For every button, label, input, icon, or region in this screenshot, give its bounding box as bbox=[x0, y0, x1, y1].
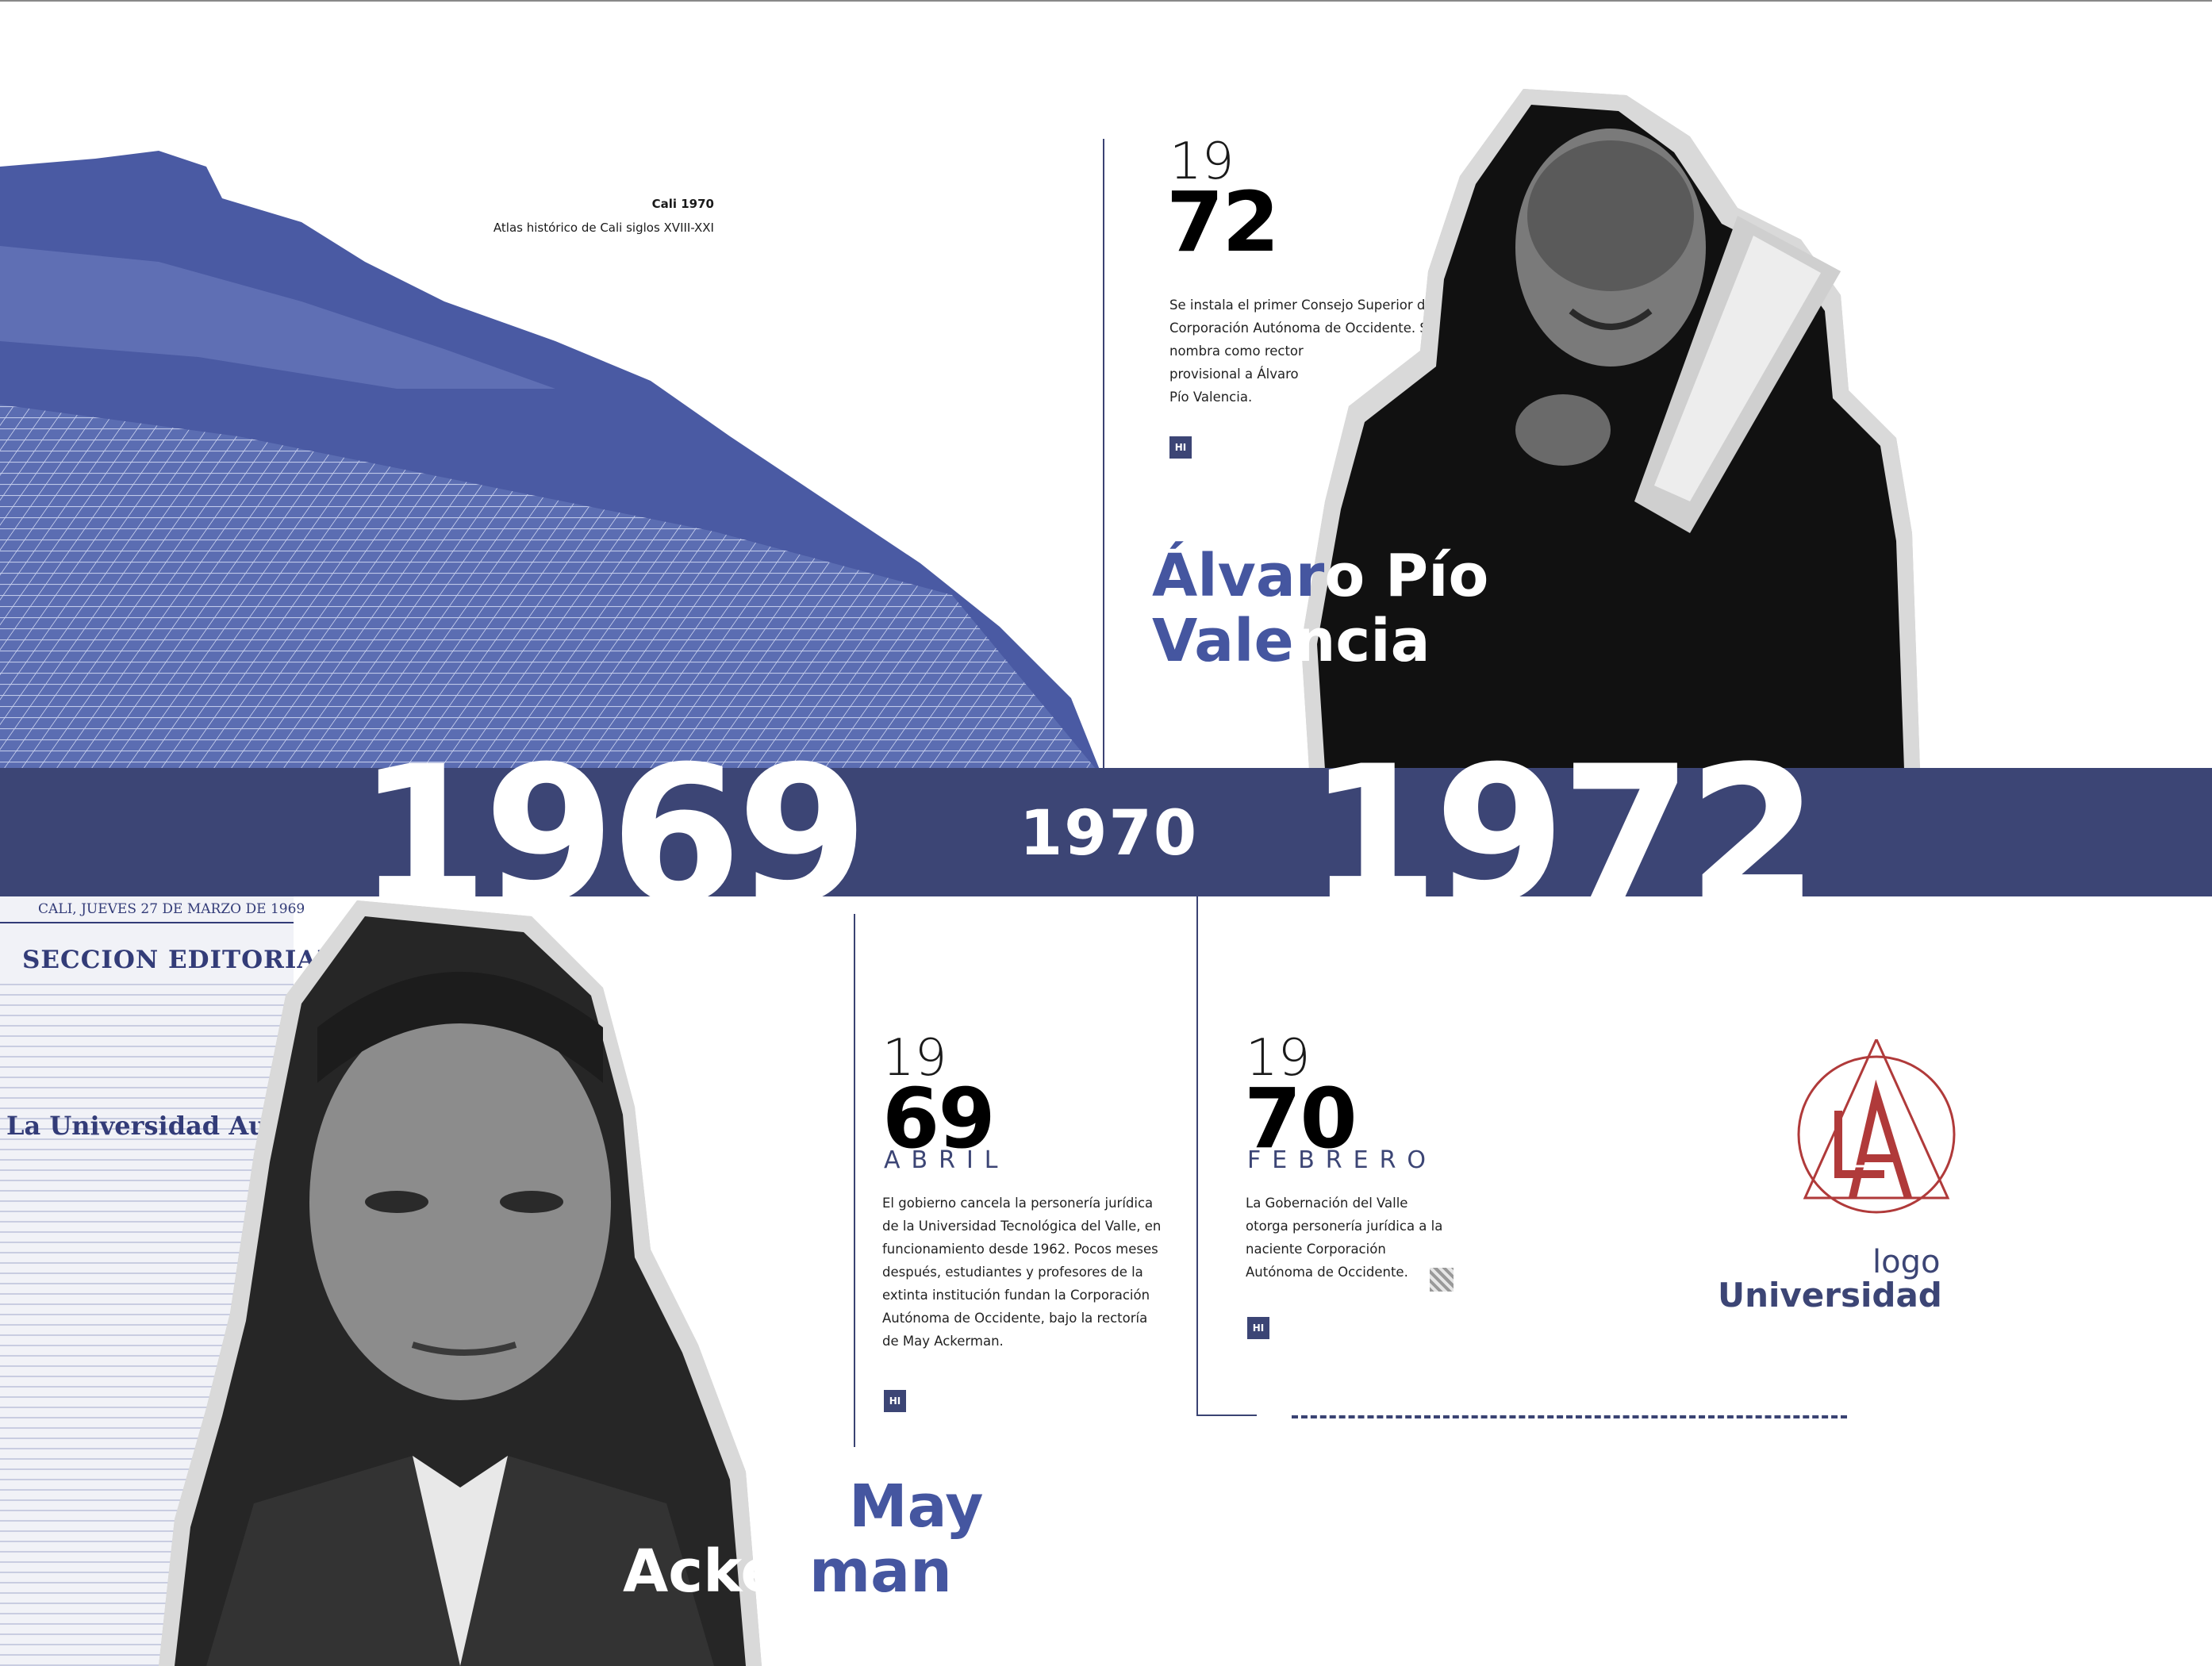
qr-code-icon[interactable] bbox=[1430, 1268, 1454, 1292]
milestone-1969-badge[interactable]: HI bbox=[884, 1390, 906, 1412]
band-year-1970: 1970 bbox=[1020, 798, 1199, 869]
city-aerial-photo bbox=[0, 151, 1103, 777]
band-year-1972: 1972 bbox=[1308, 726, 1818, 946]
rule-1970-foot bbox=[1196, 1415, 1257, 1416]
milestone-1972-badge[interactable]: HI bbox=[1169, 436, 1192, 459]
rule-1969 bbox=[854, 914, 855, 1447]
milestone-1969-month: ABRIL bbox=[884, 1146, 1009, 1174]
milestone-1969-text: El gobierno cancela la personería jurídi… bbox=[882, 1196, 1162, 1349]
photo-caption-subtitle: Atlas histórico de Cali siglos XVIII-XXI bbox=[493, 221, 714, 235]
rule-1970 bbox=[1196, 896, 1198, 1416]
milestone-1970-badge[interactable]: HI bbox=[1247, 1317, 1269, 1339]
may-name: May Ackerman bbox=[623, 1472, 984, 1606]
milestone-1970-month: FEBRERO bbox=[1247, 1146, 1438, 1174]
top-border bbox=[0, 0, 2212, 2]
milestone-1972-year: 72 bbox=[1166, 174, 1280, 271]
university-logo-icon bbox=[1797, 1039, 1956, 1214]
photo-caption-title: Cali 1970 bbox=[651, 197, 714, 211]
rule-1972 bbox=[1103, 139, 1104, 770]
dashed-rule bbox=[1292, 1415, 1847, 1418]
logo-label-big: Universidad bbox=[1718, 1276, 1942, 1315]
alvaro-name: Álvaro Pío Valencia bbox=[1152, 542, 1489, 675]
